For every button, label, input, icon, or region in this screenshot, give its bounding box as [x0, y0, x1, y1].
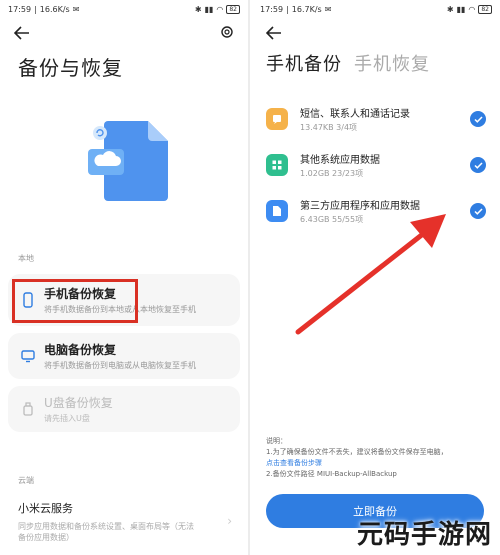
checkbox-checked-icon[interactable] — [470, 111, 486, 127]
backup-note: 说明： 1.为了确保备份文件不丢失，建议将备份文件保存至电脑， 点击查看备份步骤… — [266, 436, 492, 480]
backup-steps-link[interactable]: 点击查看备份步骤 — [266, 458, 492, 469]
mi-cloud-desc: 同步应用数据和备份系统设置、桌面布局等（无法 — [18, 522, 194, 531]
section-cloud-label: 云端 — [18, 476, 34, 485]
checkbox-checked-icon[interactable] — [470, 157, 486, 173]
mi-cloud-desc-2: 备份应用数据） — [18, 533, 74, 542]
wifi-icon: ◠ — [468, 4, 476, 14]
bluetooth-icon: ✱ — [194, 4, 202, 14]
note-line-1: 1.为了确保备份文件不丢失，建议将备份文件保存至电脑， — [266, 448, 448, 456]
item-meta: 1.02GB 23/23项 — [300, 169, 364, 178]
status-speed: 16.6K/s — [39, 4, 70, 14]
checkbox-checked-icon[interactable] — [470, 203, 486, 219]
status-bar: 17:59 | 16.7K/s ✉ ✱ ▮▮ ◠ 82 — [252, 0, 500, 18]
item-title: 短信、联系人和通话记录 — [300, 109, 410, 120]
card-title: 电脑备份恢复 — [44, 343, 117, 357]
backup-restore-screen: 17:59 | 16.6K/s ✉ ✱ ▮▮ ◠ 82 备份与恢复 本地 手机备… — [0, 0, 250, 555]
notification-icon: ✉ — [72, 4, 80, 14]
page-title: 备份与恢复 — [18, 56, 123, 80]
note-label: 说明： — [266, 437, 287, 445]
status-time: 17:59 — [8, 4, 32, 14]
watermark-text: 元码手游网 — [356, 520, 492, 550]
tab-phone-backup[interactable]: 手机备份 — [266, 50, 342, 76]
item-title: 其他系统应用数据 — [300, 155, 380, 166]
mi-cloud-title: 小米云服务 — [18, 502, 73, 515]
mi-cloud-item[interactable]: 小米云服务 同步应用数据和备份系统设置、桌面布局等（无法 备份应用数据） › — [18, 500, 234, 543]
item-meta: 13.47KB 3/4项 — [300, 123, 358, 132]
battery-indicator: 82 — [226, 4, 240, 14]
annotation-arrow — [295, 214, 446, 335]
message-icon — [266, 108, 288, 130]
backup-item-messages[interactable]: 短信、联系人和通话记录 13.47KB 3/4项 — [252, 96, 500, 142]
tab-bar: 手机备份 手机恢复 — [252, 48, 500, 76]
monitor-icon — [18, 349, 38, 363]
status-bar: 17:59 | 16.6K/s ✉ ✱ ▮▮ ◠ 82 — [0, 0, 248, 18]
file-icon — [266, 200, 288, 222]
settings-gear-icon[interactable] — [220, 24, 234, 43]
highlight-box — [12, 279, 138, 323]
notification-icon: ✉ — [324, 4, 332, 14]
bluetooth-icon: ✱ — [446, 4, 454, 14]
apps-grid-icon — [266, 154, 288, 176]
chevron-right-icon: › — [227, 514, 232, 528]
back-arrow-icon[interactable] — [266, 24, 284, 42]
card-desc: 将手机数据备份到电脑或从电脑恢复至手机 — [44, 361, 196, 370]
back-arrow-icon[interactable] — [14, 24, 32, 42]
status-time: 17:59 — [260, 4, 284, 14]
signal-icon: ▮▮ — [456, 4, 466, 14]
usb-drive-icon — [18, 402, 38, 416]
backup-illustration-icon — [74, 113, 174, 203]
battery-indicator: 82 — [478, 4, 492, 14]
usb-backup-card[interactable]: U盘备份恢复 请先插入U盘 — [8, 386, 240, 432]
signal-icon: ▮▮ — [204, 4, 214, 14]
status-speed: 16.7K/s — [291, 4, 322, 14]
section-local-label: 本地 — [18, 254, 34, 263]
note-line-2: 2.备份文件路径 MIUI-Backup-AllBackup — [266, 470, 397, 478]
pc-backup-card[interactable]: 电脑备份恢复 将手机数据备份到电脑或从电脑恢复至手机 — [8, 333, 240, 379]
card-desc: 请先插入U盘 — [44, 414, 90, 423]
tab-phone-restore[interactable]: 手机恢复 — [354, 50, 430, 76]
backup-item-system-apps[interactable]: 其他系统应用数据 1.02GB 23/23项 — [252, 142, 500, 188]
card-title: U盘备份恢复 — [44, 396, 113, 410]
wifi-icon: ◠ — [216, 4, 224, 14]
